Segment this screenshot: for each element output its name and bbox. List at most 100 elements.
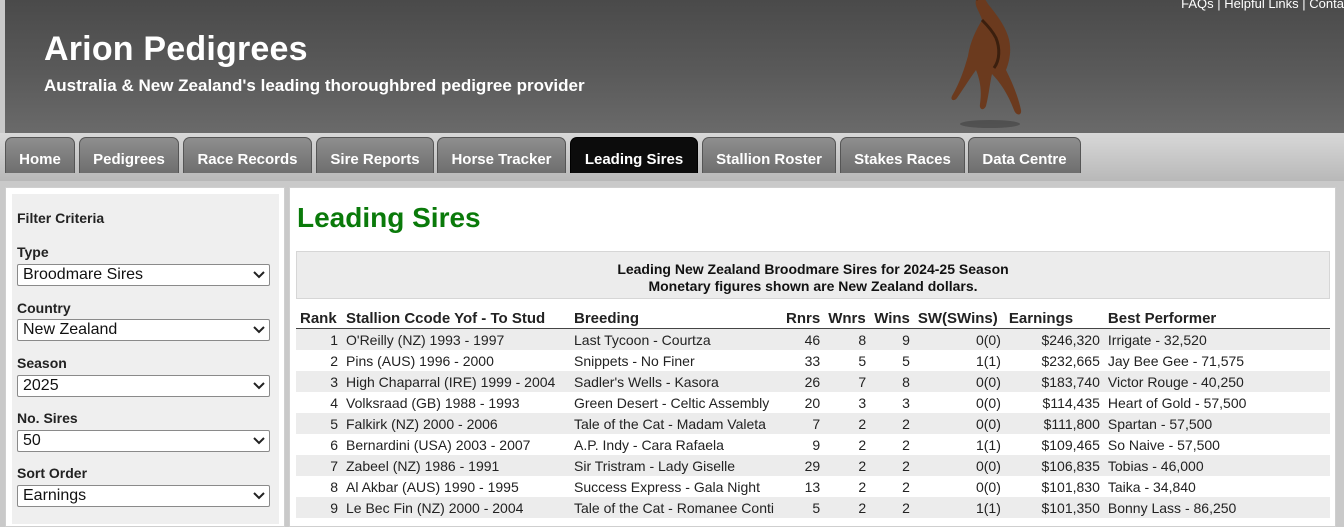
season-label: Season	[17, 355, 67, 371]
rank-cell: 8	[330, 478, 338, 495]
runners-cell: 46	[782, 328, 825, 350]
best-performer-cell[interactable]: Irrigate - 32,520	[1103, 328, 1330, 350]
rank-cell: 4	[330, 394, 338, 411]
stakes-winners-cell: 0(0)	[975, 478, 1001, 495]
stallion-cell[interactable]: Le Bec Fin (NZ) 2000 - 2004	[342, 497, 570, 518]
site-title[interactable]: Arion Pedigrees	[44, 30, 308, 69]
stakes-winners-cell: 0(0)	[913, 413, 1005, 434]
runners-cell: 13	[804, 478, 821, 495]
wins-cell: 2	[902, 436, 910, 453]
column-header[interactable]: Rnrs	[782, 308, 825, 329]
best-performer-cell[interactable]: Jay Bee Gee - 71,575	[1104, 350, 1330, 371]
summary-currency-note: Monetary figures shown are New Zealand d…	[648, 278, 978, 294]
sidebar: Filter Criteria Type Broodmare Sires Cou…	[5, 187, 285, 527]
site-tagline: Australia & New Zealand's leading thorou…	[44, 76, 585, 95]
breeding-cell: Green Desert - Celtic Assembly	[574, 394, 770, 411]
best-performer-cell[interactable]: Spartan - 57,500	[1103, 413, 1330, 434]
earnings-cell: $101,830	[1041, 478, 1100, 495]
table-row: 4 Volksraad (GB) 1988 - 1993 Green Desert …	[296, 392, 1330, 413]
winners-cell: 2	[824, 497, 871, 518]
season-select[interactable]: 2025	[17, 375, 270, 397]
chevron-down-icon	[253, 271, 265, 279]
column-header[interactable]: Earnings	[1004, 308, 1104, 329]
country-label: Country	[17, 300, 71, 316]
column-header[interactable]: Breeding	[570, 308, 782, 329]
stakes-winners-cell: 0(0)	[913, 328, 1005, 350]
stakes-winners-cell: 0(0)	[975, 394, 1001, 411]
table-row: 3 High Chaparral (IRE) 1999 - 2004 Sadler'…	[296, 371, 1330, 392]
best-performer-cell[interactable]: Tobias - 46,000	[1103, 455, 1330, 476]
tab-race-records[interactable]: Race Records	[183, 137, 312, 173]
table-row: 7 Zabeel (NZ) 1986 - 1991 Sir Tristram - L…	[296, 455, 1330, 476]
type-label: Type	[17, 244, 49, 260]
stakes-winners-cell: 0(0)	[913, 371, 1005, 392]
no-sires-label: No. Sires	[17, 410, 78, 426]
runners-cell: 26	[782, 371, 825, 392]
horse-image	[951, 0, 1022, 128]
type-select[interactable]: Broodmare Sires	[17, 264, 270, 286]
best-performer-cell[interactable]: So Naive - 57,500	[1104, 434, 1330, 455]
stallion-cell[interactable]: Al Akbar (AUS) 1990 - 1995	[342, 476, 570, 497]
column-header[interactable]: Wnrs	[824, 308, 871, 329]
best-performer-cell[interactable]: Taika - 34,840	[1104, 476, 1330, 497]
winners-cell: 2	[858, 436, 867, 453]
faqs-link[interactable]: FAQs	[1181, 0, 1214, 11]
tab-horse-tracker[interactable]: Horse Tracker	[437, 137, 566, 173]
earnings-cell: $114,435	[1042, 394, 1100, 411]
tab-stakes-races[interactable]: Stakes Races	[840, 137, 965, 173]
stallion-cell[interactable]: Zabeel (NZ) 1986 - 1991	[342, 455, 570, 476]
tab-sire-reports[interactable]: Sire Reports	[316, 137, 434, 173]
breeding-cell: Tale of the Cat - Romanee Conti	[570, 497, 782, 518]
column-header[interactable]: Best Performer	[1103, 308, 1330, 329]
best-performer-cell[interactable]: Bonny Lass - 86,250	[1103, 497, 1330, 518]
stakes-winners-cell: 0(0)	[913, 455, 1005, 476]
tab-home[interactable]: Home	[5, 137, 75, 173]
tab-stallion-roster[interactable]: Stallion Roster	[702, 137, 836, 173]
stallion-cell[interactable]: Volksraad (GB) 1988 - 1993	[342, 392, 570, 413]
column-header[interactable]: Wins	[870, 308, 914, 329]
rank-cell: 1	[296, 328, 342, 350]
tab-data-centre[interactable]: Data Centre	[968, 137, 1081, 173]
earnings-cell: $101,350	[1004, 497, 1104, 518]
rank-cell: 7	[296, 455, 342, 476]
breeding-cell: Sir Tristram - Lady Giselle	[570, 455, 782, 476]
stallion-cell[interactable]: Falkirk (NZ) 2000 - 2006	[342, 413, 570, 434]
sort-order-select-value: Earnings	[23, 487, 87, 504]
chevron-down-icon	[253, 437, 265, 445]
rank-cell: 6	[330, 436, 338, 453]
runners-cell: 9	[812, 436, 821, 453]
stakes-winners-cell: 1(1)	[913, 497, 1005, 518]
no-sires-select-value: 50	[23, 432, 41, 449]
helpful-links-link[interactable]: Helpful Links	[1224, 0, 1298, 11]
tab-pedigrees[interactable]: Pedigrees	[79, 137, 179, 173]
winners-cell: 8	[824, 328, 871, 350]
stallion-cell[interactable]: O'Reilly (NZ) 1993 - 1997	[342, 328, 570, 350]
contact-link[interactable]: Conta	[1309, 0, 1344, 11]
stallion-cell[interactable]: Pins (AUS) 1996 - 2000	[342, 350, 570, 371]
best-performer-cell[interactable]: Victor Rouge - 40,250	[1103, 371, 1330, 392]
column-header[interactable]: SW(SWins)	[913, 308, 1005, 329]
wins-cell: 9	[870, 328, 914, 350]
best-performer-cell[interactable]: Heart of Gold - 57,500	[1104, 392, 1330, 413]
stallion-cell[interactable]: Bernardini (USA) 2003 - 2007	[342, 434, 570, 455]
tab-leading-sires[interactable]: Leading Sires	[570, 137, 698, 173]
runners-cell: 29	[782, 455, 825, 476]
page-title: Leading Sires	[297, 202, 481, 233]
stallion-cell[interactable]: High Chaparral (IRE) 1999 - 2004	[342, 371, 570, 392]
sort-order-select[interactable]: Earnings	[17, 485, 270, 507]
country-select-value: New Zealand	[23, 321, 118, 338]
breeding-cell: Snippets - No Finer	[574, 352, 695, 369]
winners-cell: 2	[824, 455, 871, 476]
no-sires-select[interactable]: 50	[17, 430, 270, 452]
column-header[interactable]: Rank	[296, 308, 342, 329]
runners-cell: 33	[804, 352, 821, 369]
table-row: 5 Falkirk (NZ) 2000 - 2006 Tale of the Cat…	[296, 413, 1330, 434]
chevron-down-icon	[253, 326, 265, 334]
table-header-row: Rank Stallion Ccode Yof - To Stud Breedi…	[296, 308, 1330, 329]
column-header[interactable]: Stallion Ccode Yof - To Stud	[342, 308, 570, 329]
country-select[interactable]: New Zealand	[17, 319, 270, 341]
earnings-cell: $246,320	[1004, 328, 1104, 350]
runners-cell: 5	[782, 497, 825, 518]
leading-sires-table: Rank Stallion Ccode Yof - To Stud Breedi…	[296, 308, 1330, 518]
stakes-winners-cell: 1(1)	[975, 352, 1001, 369]
